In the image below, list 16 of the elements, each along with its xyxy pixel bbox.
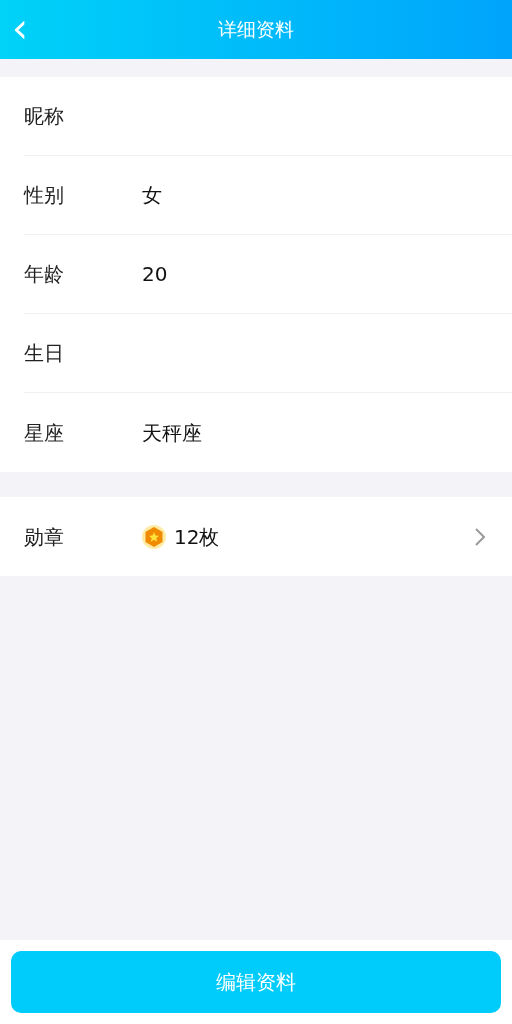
edit-profile-button[interactable]: 编辑资料	[11, 951, 501, 1013]
field-label: 生日	[24, 340, 65, 367]
medal-count: 12枚	[174, 523, 220, 551]
field-label: 性别	[24, 182, 65, 209]
field-value: 女	[142, 182, 162, 209]
page-title: 详细资料	[218, 17, 294, 43]
medal-icon	[142, 524, 166, 549]
field-label: 昵称	[24, 103, 65, 130]
field-value: 20	[142, 261, 168, 288]
medal-row[interactable]: 勋章 12枚	[0, 497, 512, 576]
field-value: 天秤座	[142, 419, 202, 447]
medal-label: 勋章	[24, 523, 65, 551]
field-label: 星座	[24, 419, 65, 447]
chevron-right-icon	[474, 526, 486, 547]
field-label: 年龄	[24, 261, 65, 288]
back-button[interactable]: ‹	[8, 6, 32, 50]
